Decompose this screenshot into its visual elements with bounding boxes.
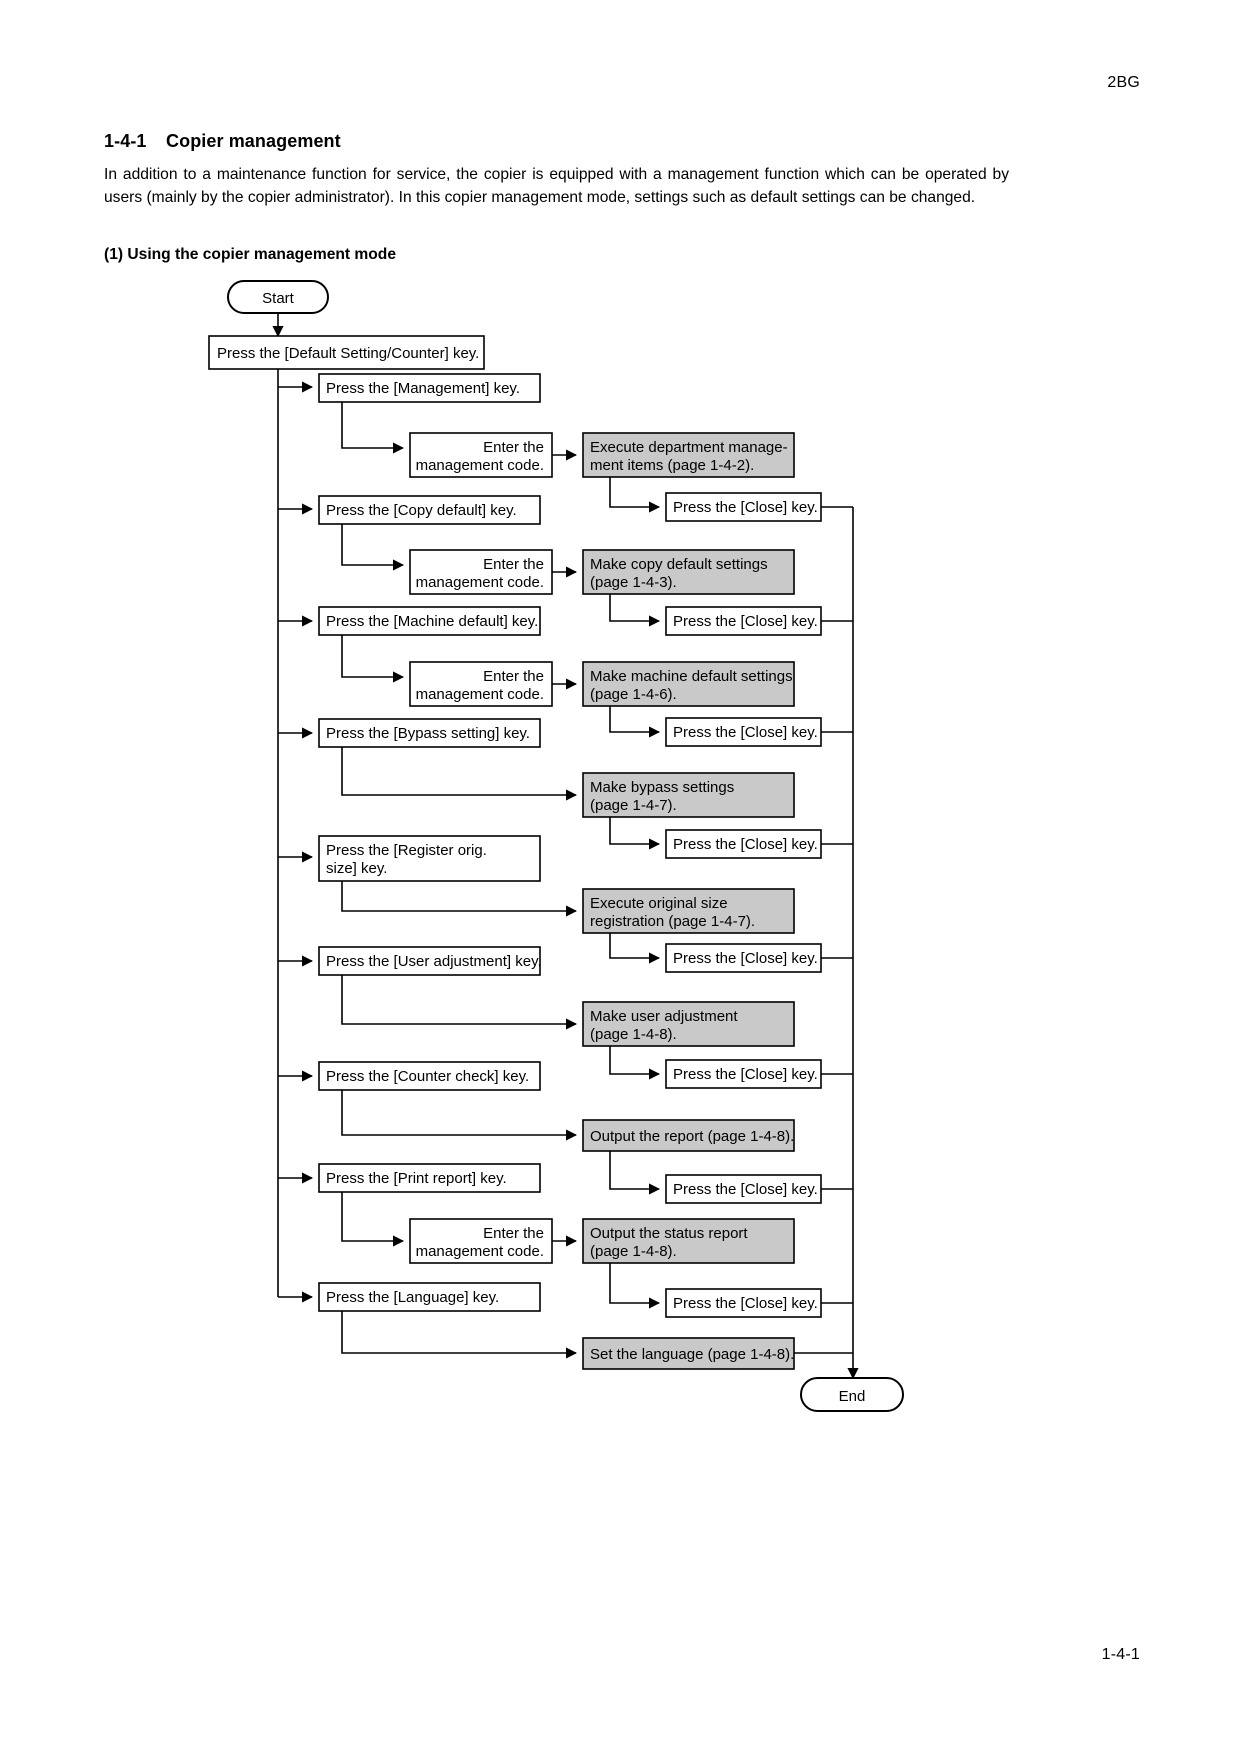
action-box-2-line1: Make machine default settings (590, 668, 793, 685)
branch-key-label-2: Press the [Machine default] key. (326, 613, 538, 630)
close-box-label-4: Press the [Close] key. (673, 950, 818, 967)
edge-branch-0-to-code (341, 402, 405, 454)
section-title: Copier management (166, 131, 341, 151)
section-number: 1-4-1 (104, 131, 147, 151)
code-box-label-7-line1: Enter the (483, 1225, 544, 1242)
edge-action-6-to-close (609, 1151, 661, 1195)
edge-branch-3-to-action (341, 747, 578, 801)
branch-key-label-4-line2: size] key. (326, 860, 387, 877)
action-box-5-line2: (page 1-4-8). (590, 1026, 677, 1043)
edge-branch-5-to-action (341, 975, 578, 1030)
close-box-label-1: Press the [Close] key. (673, 613, 818, 630)
action-box-3-line2: (page 1-4-7). (590, 797, 677, 814)
code-box-label-0-line1: Enter the (483, 439, 544, 456)
branch-key-label-7: Press the [Print report] key. (326, 1170, 507, 1187)
branch-key-label-0: Press the [Management] key. (326, 380, 520, 397)
edge-branch-7-to-code (341, 1192, 405, 1247)
action-box-0-line2: ment items (page 1-4-2). (590, 457, 754, 474)
branch-key-label-6: Press the [Counter check] key. (326, 1068, 529, 1085)
edge-branch-2-to-code (341, 635, 405, 683)
close-box-label-6: Press the [Close] key. (673, 1181, 818, 1198)
edge-action-5-to-close (609, 1046, 661, 1080)
branch-key-label-8: Press the [Language] key. (326, 1289, 499, 1306)
action-box-8-line1: Set the language (page 1-4-8). (590, 1346, 794, 1363)
action-box-3-line1: Make bypass settings (590, 779, 734, 796)
action-box-2-line2: (page 1-4-6). (590, 686, 677, 703)
close-box-label-2: Press the [Close] key. (673, 724, 818, 741)
edge-branch-8-to-action (341, 1311, 578, 1359)
flowchart-container: Start Press the [Default Setting/Counter… (0, 270, 1240, 1420)
branch-key-label-3: Press the [Bypass setting] key. (326, 725, 530, 742)
action-box-1-line2: (page 1-4-3). (590, 574, 677, 591)
start-label: Start (262, 290, 295, 307)
code-box-label-2-line1: Enter the (483, 668, 544, 685)
flowchart-svg: Start Press the [Default Setting/Counter… (208, 280, 904, 1412)
action-box-5-line1: Make user adjustment (590, 1008, 738, 1025)
edge-branch-1-to-code (341, 524, 405, 571)
code-box-label-1-line2: management code. (416, 574, 544, 591)
action-box-4-line2: registration (page 1-4-7). (590, 913, 755, 930)
action-box-7-line2: (page 1-4-8). (590, 1243, 677, 1260)
end-label: End (839, 1388, 866, 1405)
section-body-text: In addition to a maintenance function fo… (104, 166, 1009, 207)
action-box-4-line1: Execute original size (590, 895, 728, 912)
code-box-label-2-line2: management code. (416, 686, 544, 703)
action-box-7-line1: Output the status report (590, 1225, 748, 1242)
edge-action-7-to-close (609, 1263, 661, 1309)
entry-box-label: Press the [Default Setting/Counter] key. (217, 345, 479, 362)
close-box-label-5: Press the [Close] key. (673, 1066, 818, 1083)
document-page: 2BG 1-4-1 Copier management In addition t… (0, 0, 1240, 1754)
code-box-label-1-line1: Enter the (483, 556, 544, 573)
edge-action-2-to-close (609, 706, 661, 738)
action-box-6-line1: Output the report (page 1-4-8). (590, 1128, 794, 1145)
close-box-label-7: Press the [Close] key. (673, 1295, 818, 1312)
close-box-label-0: Press the [Close] key. (673, 499, 818, 516)
edge-action-1-to-close (609, 594, 661, 627)
edge-action-3-to-close (609, 817, 661, 850)
close-box-label-3: Press the [Close] key. (673, 836, 818, 853)
document-code: 2BG (1107, 74, 1140, 91)
code-box-label-0-line2: management code. (416, 457, 544, 474)
branch-key-label-1: Press the [Copy default] key. (326, 502, 517, 519)
branch-key-label-5: Press the [User adjustment] key. (326, 953, 542, 970)
edge-action-0-to-close (609, 477, 661, 513)
subsection-heading: (1) Using the copier management mode (104, 246, 397, 263)
edge-branch-4-to-action (341, 881, 578, 917)
page-number: 1-4-1 (1101, 1646, 1140, 1663)
action-box-1-line1: Make copy default settings (590, 556, 768, 573)
action-box-0-line1: Execute department manage- (590, 439, 788, 456)
section-heading: 1-4-1 Copier management (104, 131, 341, 152)
edge-action-4-to-close (609, 933, 661, 964)
edge-branch-6-to-action (341, 1090, 578, 1141)
branch-key-label-4-line1: Press the [Register orig. (326, 842, 487, 859)
code-box-label-7-line2: management code. (416, 1243, 544, 1260)
